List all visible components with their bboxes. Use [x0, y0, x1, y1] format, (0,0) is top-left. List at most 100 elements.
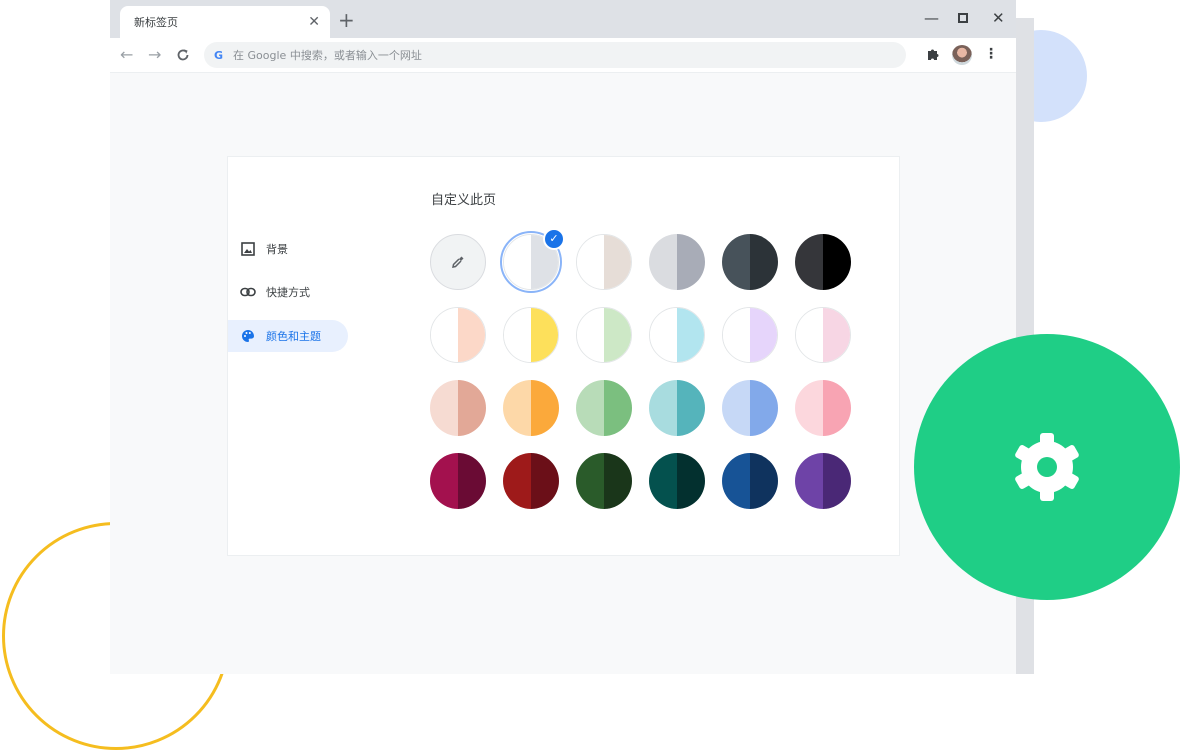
color-swatch[interactable]	[722, 234, 778, 290]
swatch-left-half	[649, 453, 677, 509]
color-swatch[interactable]	[649, 234, 705, 290]
new-tab-button[interactable]: +	[338, 8, 355, 32]
swatch-left-half	[431, 308, 458, 362]
browser-window: 新标签页 ✕ + — ✕ ← → G 在 Google 中搜索，或者输入一个网址…	[110, 0, 1016, 674]
avatar[interactable]	[952, 45, 972, 65]
swatch-right-half	[677, 380, 705, 436]
minimize-button[interactable]: —	[924, 8, 939, 28]
swatch-right-half	[604, 235, 631, 289]
swatch-right-half	[750, 380, 778, 436]
swatch-left-half	[722, 234, 750, 290]
color-swatch[interactable]	[649, 453, 705, 509]
panel-title: 自定义此页	[431, 193, 497, 208]
swatch-right-half	[823, 234, 851, 290]
back-button[interactable]: ←	[120, 45, 133, 65]
color-swatch[interactable]	[576, 234, 632, 290]
swatch-left-half	[796, 308, 823, 362]
reload-button[interactable]	[176, 45, 190, 67]
color-swatch[interactable]	[649, 380, 705, 436]
swatch-right-half	[677, 308, 704, 362]
gear-icon	[1015, 433, 1079, 501]
address-bar[interactable]: G 在 Google 中搜索，或者输入一个网址	[204, 42, 906, 68]
tab-new-tab[interactable]: 新标签页 ✕	[120, 6, 330, 38]
swatch-left-half	[649, 380, 677, 436]
sidebar-item-background[interactable]: 背景	[228, 233, 348, 265]
color-swatch[interactable]	[795, 380, 851, 436]
swatch-right-half	[823, 453, 851, 509]
color-swatch[interactable]	[576, 380, 632, 436]
color-swatch[interactable]	[430, 380, 486, 436]
swatch-right-half	[458, 380, 486, 436]
swatch-left-half	[795, 234, 823, 290]
color-swatch[interactable]	[430, 453, 486, 509]
color-swatch[interactable]	[576, 307, 632, 363]
sidebar-item-colors-themes[interactable]: 颜色和主题	[228, 320, 348, 352]
swatch-right-half	[604, 308, 631, 362]
color-swatch[interactable]	[576, 453, 632, 509]
sidebar-item-shortcuts[interactable]: 快捷方式	[228, 276, 348, 308]
customize-dialog: 背景 快捷方式 颜色和主题 自定义此页 ✓	[227, 156, 900, 556]
close-window-button[interactable]: ✕	[992, 8, 1005, 28]
eyedropper-icon	[452, 256, 464, 268]
extensions-icon[interactable]	[926, 47, 940, 65]
color-swatch[interactable]	[795, 307, 851, 363]
google-g-icon: G	[214, 48, 224, 62]
swatch-right-half	[531, 308, 558, 362]
swatch-left-half	[503, 453, 531, 509]
menu-icon[interactable]: ⋮	[984, 46, 998, 62]
swatch-left-half	[795, 453, 823, 509]
maximize-icon	[958, 13, 968, 23]
color-swatch[interactable]	[430, 307, 486, 363]
address-placeholder: 在 Google 中搜索，或者输入一个网址	[233, 49, 422, 62]
swatch-right-half	[531, 453, 559, 509]
swatch-left-half	[649, 234, 677, 290]
color-swatch[interactable]	[649, 307, 705, 363]
forward-button[interactable]: →	[148, 45, 161, 65]
swatch-left-half	[430, 380, 458, 436]
swatch-right-half	[604, 380, 632, 436]
settings-badge	[914, 334, 1180, 600]
swatch-right-half	[677, 234, 705, 290]
swatch-right-half	[823, 308, 850, 362]
swatch-right-half	[750, 234, 778, 290]
swatch-left-half	[577, 235, 604, 289]
color-swatch[interactable]	[722, 380, 778, 436]
color-swatch[interactable]	[503, 453, 559, 509]
swatch-left-half	[503, 380, 531, 436]
swatch-left-half	[576, 380, 604, 436]
color-swatch[interactable]	[795, 453, 851, 509]
swatch-right-half	[823, 380, 851, 436]
swatch-left-half	[795, 380, 823, 436]
color-swatch[interactable]	[503, 307, 559, 363]
tab-close-icon[interactable]: ✕	[308, 14, 320, 30]
color-swatch[interactable]	[722, 307, 778, 363]
sidebar-item-label: 快捷方式	[266, 286, 310, 299]
swatch-left-half	[576, 453, 604, 509]
custom-color-swatch[interactable]	[430, 234, 486, 290]
swatch-right-half	[750, 453, 778, 509]
swatch-right-half	[604, 453, 632, 509]
swatch-left-half	[722, 453, 750, 509]
check-icon: ✓	[543, 228, 565, 250]
swatch-left-half	[577, 308, 604, 362]
maximize-button[interactable]	[958, 8, 968, 28]
swatch-right-half	[750, 308, 777, 362]
image-icon	[240, 241, 256, 257]
color-swatch[interactable]	[503, 380, 559, 436]
palette-icon	[240, 328, 256, 344]
sidebar-item-label: 颜色和主题	[266, 330, 321, 343]
swatch-right-half	[677, 453, 705, 509]
sidebar-item-label: 背景	[266, 243, 288, 256]
tab-title: 新标签页	[134, 16, 178, 29]
color-swatch[interactable]	[795, 234, 851, 290]
swatch-right-half	[458, 453, 486, 509]
link-icon	[240, 284, 256, 300]
color-swatch[interactable]	[722, 453, 778, 509]
swatch-left-half	[723, 308, 750, 362]
swatch-right-half	[458, 308, 485, 362]
swatch-left-half	[722, 380, 750, 436]
reload-icon	[177, 49, 189, 61]
swatch-right-half	[531, 380, 559, 436]
toolbar: ← → G 在 Google 中搜索，或者输入一个网址 ⋮	[110, 38, 1016, 73]
title-bar: 新标签页 ✕ + — ✕	[110, 0, 1016, 38]
